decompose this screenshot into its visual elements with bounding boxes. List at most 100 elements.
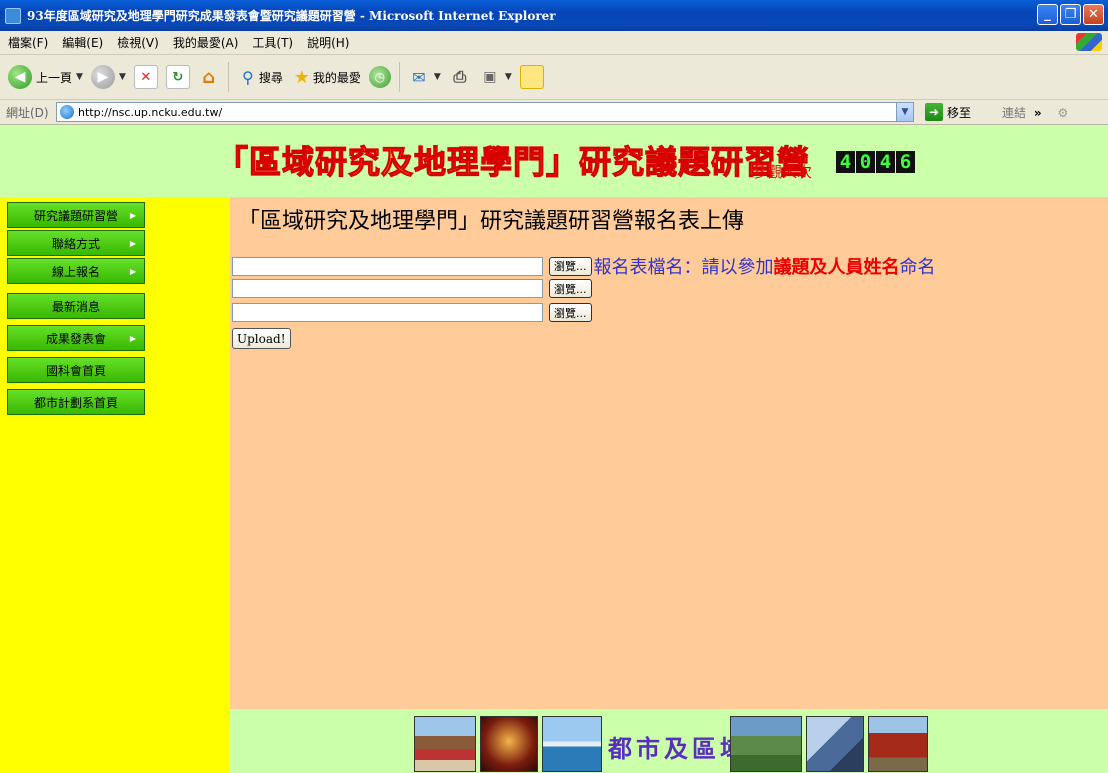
history-button[interactable]: ◷ bbox=[368, 66, 391, 88]
toolbar: ◀ 上一頁 ▼ ▶ ▼ ✕ ↻ ⌂ ⚲ 搜尋 ★ 我的最愛 ◷ ✉ ▼ ⎙ ▣ … bbox=[0, 55, 1108, 100]
file-row: 瀏覽... 報名表檔名：請以參加議題及人員姓名命名 bbox=[232, 253, 936, 279]
home-icon: ⌂ bbox=[202, 66, 216, 88]
star-icon: ★ bbox=[293, 66, 310, 88]
restore-button[interactable]: ❐ bbox=[1060, 4, 1081, 25]
messenger-button[interactable] bbox=[519, 65, 544, 89]
nav-item-registration[interactable]: 線上報名 ▶ bbox=[7, 258, 145, 284]
address-label: 網址(D) bbox=[6, 105, 49, 120]
window-controls: _ ❐ ✕ bbox=[1037, 4, 1104, 25]
address-input[interactable]: http://nsc.up.ncku.edu.tw/ ▼ bbox=[56, 102, 914, 122]
nav-item-contact[interactable]: 聯絡方式 ▶ bbox=[7, 230, 145, 256]
nav-label: 最新消息 bbox=[51, 299, 100, 314]
chevron-down-icon[interactable]: ▼ bbox=[896, 103, 913, 121]
home-button[interactable]: ⌂ bbox=[198, 66, 220, 88]
toolbar-separator bbox=[227, 62, 229, 92]
mail-button[interactable]: ✉ ▼ bbox=[408, 66, 441, 88]
file-path-input[interactable] bbox=[232, 256, 543, 276]
mail-icon: ✉ bbox=[412, 67, 426, 87]
search-button[interactable]: ⚲ 搜尋 bbox=[237, 66, 283, 88]
temple-photo bbox=[414, 716, 476, 772]
nav-label: 成果發表會 bbox=[45, 331, 106, 346]
visits-label: 參觀人次 bbox=[752, 163, 813, 181]
visit-counter: 4 0 4 6 bbox=[836, 151, 916, 173]
address-bar: 網址(D) http://nsc.up.ncku.edu.tw/ ▼ ➜ 移至 … bbox=[0, 100, 1108, 125]
print-icon: ⎙ bbox=[453, 67, 467, 86]
menu-help[interactable]: 說明(H) bbox=[307, 34, 349, 51]
building-photo bbox=[806, 716, 864, 772]
windows-logo-icon bbox=[1076, 33, 1102, 51]
nav-item-dept-home[interactable]: 都市計劃系首頁 bbox=[7, 389, 145, 415]
chevron-right-icon: ▶ bbox=[129, 333, 136, 343]
chevron-right-icon: ▶ bbox=[129, 210, 136, 220]
banner-title: 「區域研究及地理學門」研究議題研習營 bbox=[215, 142, 811, 181]
menu-favorites[interactable]: 我的最愛(A) bbox=[173, 34, 239, 51]
nav-item-news[interactable]: 最新消息 bbox=[7, 293, 145, 319]
chevron-right-icon: ▶ bbox=[129, 266, 136, 276]
back-arrow-icon: ◀ bbox=[8, 65, 32, 89]
chevron-down-icon: ▼ bbox=[504, 72, 512, 82]
chevron-down-icon: ▼ bbox=[118, 72, 126, 82]
back-button[interactable]: ◀ 上一頁 ▼ bbox=[8, 65, 83, 89]
menu-view[interactable]: 檢視(V) bbox=[117, 34, 159, 51]
print-button[interactable]: ⎙ bbox=[449, 66, 471, 88]
back-label: 上一頁 bbox=[36, 70, 73, 85]
history-icon: ◷ bbox=[368, 66, 391, 88]
menu-file[interactable]: 檔案(F) bbox=[8, 34, 48, 51]
toolbar-separator bbox=[398, 62, 400, 92]
nav-label: 研究議題研習營 bbox=[33, 208, 118, 223]
edit-icon: ▣ bbox=[483, 69, 497, 85]
nav-label: 國科會首頁 bbox=[45, 363, 106, 378]
chevron-down-icon: ▼ bbox=[76, 72, 83, 82]
favorites-label: 我的最愛 bbox=[312, 70, 361, 85]
file-row: 瀏覽... bbox=[232, 303, 592, 322]
nav-label: 都市計劃系首頁 bbox=[33, 395, 118, 410]
go-arrow-icon: ➜ bbox=[925, 103, 943, 121]
stop-button[interactable]: ✕ bbox=[133, 65, 158, 89]
addon-icon: ⚙ bbox=[1057, 106, 1069, 120]
nav-item-conference[interactable]: 成果發表會 ▶ bbox=[7, 325, 145, 351]
window-title: 93年度區域研究及地理學門研究成果發表會暨研究議題研習營 - Microsoft… bbox=[27, 9, 556, 23]
counter-digit: 4 bbox=[876, 151, 895, 173]
refresh-icon: ↻ bbox=[165, 65, 190, 89]
footer-title: 都市及區域 bbox=[608, 734, 748, 763]
edit-button[interactable]: ▣ ▼ bbox=[479, 66, 512, 88]
stop-icon: ✕ bbox=[133, 65, 158, 89]
nav-item-workshop[interactable]: 研究議題研習營 ▶ bbox=[7, 202, 145, 228]
menu-edit[interactable]: 編輯(E) bbox=[62, 34, 103, 51]
search-label: 搜尋 bbox=[258, 70, 283, 85]
note-icon bbox=[519, 65, 544, 89]
browse-button[interactable]: 瀏覽... bbox=[549, 303, 592, 322]
historic-gate-photo bbox=[868, 716, 928, 772]
counter-digit: 6 bbox=[896, 151, 915, 173]
mountain-photo bbox=[730, 716, 802, 772]
web-page: 「區域研究及地理學門」研究議題研習營 參觀人次 4 0 4 6 研究議題研習營 … bbox=[0, 125, 1108, 773]
counter-digit: 0 bbox=[856, 151, 875, 173]
file-path-input[interactable] bbox=[232, 303, 543, 322]
browse-button[interactable]: 瀏覽... bbox=[549, 256, 592, 276]
page-title: 「區域研究及地理學門」研究議題研習營報名表上傳 bbox=[238, 209, 745, 234]
favorites-button[interactable]: ★ 我的最愛 bbox=[291, 66, 361, 88]
nav-label: 線上報名 bbox=[51, 264, 100, 279]
minimize-button[interactable]: _ bbox=[1037, 4, 1058, 25]
menu-tools[interactable]: 工具(T) bbox=[252, 34, 293, 51]
nav-item-nsc-home[interactable]: 國科會首頁 bbox=[7, 357, 145, 383]
file-path-input[interactable] bbox=[232, 279, 543, 298]
refresh-button[interactable]: ↻ bbox=[165, 65, 190, 89]
browse-button[interactable]: 瀏覽... bbox=[549, 279, 592, 298]
menu-bar: 檔案(F) 編輯(E) 檢視(V) 我的最愛(A) 工具(T) 說明(H) bbox=[0, 31, 1108, 55]
upload-button[interactable]: Upload! bbox=[232, 328, 291, 349]
coast-photo bbox=[542, 716, 602, 772]
chevron-right-icon: ▶ bbox=[129, 238, 136, 248]
close-button[interactable]: ✕ bbox=[1083, 4, 1104, 25]
nav-label: 聯絡方式 bbox=[51, 236, 100, 251]
ie-page-icon bbox=[60, 105, 74, 119]
chevron-down-icon: ▼ bbox=[433, 72, 441, 82]
chevron-right-icon: » bbox=[1033, 106, 1042, 120]
forward-arrow-icon: ▶ bbox=[90, 65, 115, 89]
forward-button[interactable]: ▶ ▼ bbox=[90, 65, 126, 89]
address-url: http://nsc.up.ncku.edu.tw/ bbox=[78, 105, 223, 119]
links-label: 連結 bbox=[1002, 106, 1027, 120]
links-toolbar[interactable]: 連結 » ⚙ bbox=[1002, 104, 1068, 121]
go-button[interactable]: ➜ 移至 bbox=[925, 103, 971, 121]
hint-prefix: 報名表檔名：請以參加 bbox=[593, 257, 774, 278]
